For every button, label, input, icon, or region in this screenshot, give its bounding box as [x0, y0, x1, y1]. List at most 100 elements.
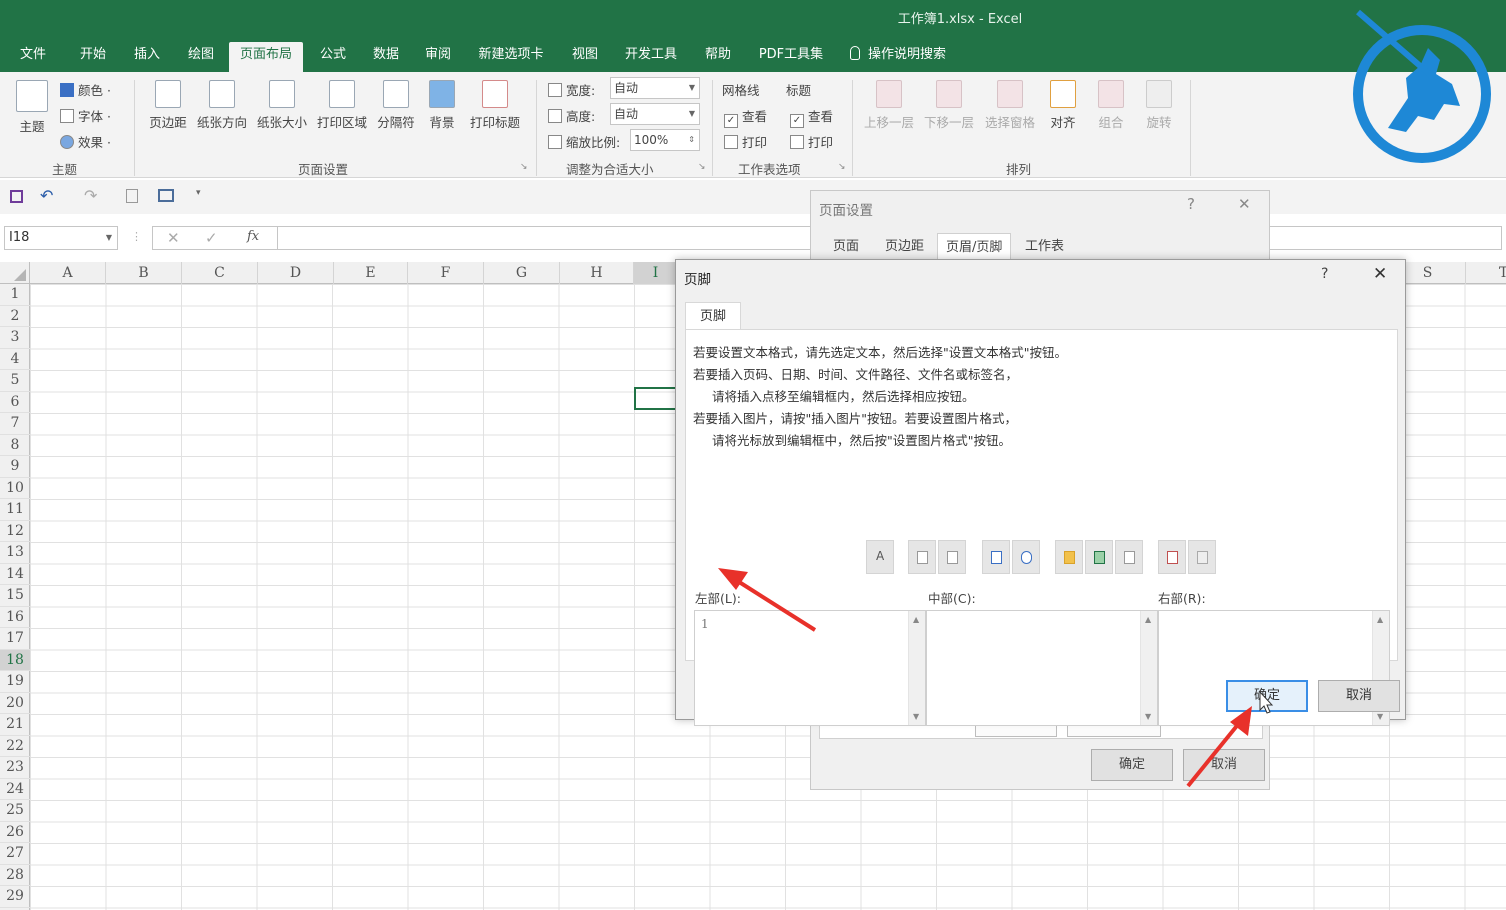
- column-header[interactable]: A: [30, 262, 106, 284]
- headings-view-checkbox[interactable]: ✓ 查看: [790, 106, 833, 128]
- sheet-options-launcher-icon[interactable]: ↘: [838, 162, 846, 172]
- background-button[interactable]: 背景: [424, 80, 460, 131]
- print-preview-icon[interactable]: [126, 189, 138, 203]
- row-header[interactable]: 11: [0, 499, 30, 521]
- row-header[interactable]: 4: [0, 349, 30, 370]
- tab-margins[interactable]: 页边距: [877, 233, 932, 261]
- cancel-icon[interactable]: ✕: [167, 229, 180, 247]
- tab-view[interactable]: 视图: [561, 42, 609, 72]
- tab-file[interactable]: 文件: [8, 42, 58, 72]
- tab-pdf[interactable]: PDF工具集: [749, 42, 833, 72]
- insert-function-icon[interactable]: fx: [247, 229, 259, 244]
- row-header[interactable]: 29: [0, 886, 30, 908]
- name-box[interactable]: I18 ▼: [4, 226, 118, 250]
- row-header[interactable]: 28: [0, 865, 30, 886]
- row-header[interactable]: 14: [0, 564, 30, 585]
- scrollbar[interactable]: ▲ ▼: [908, 611, 925, 725]
- page-setup-launcher-icon[interactable]: ↘: [520, 162, 528, 172]
- insert-file-path-button[interactable]: [1055, 540, 1083, 574]
- gridlines-view-checkbox[interactable]: ✓ 查看: [724, 106, 767, 128]
- tab-page[interactable]: 页面: [825, 233, 867, 261]
- row-header[interactable]: 15: [0, 585, 30, 607]
- tab-review[interactable]: 审阅: [414, 42, 462, 72]
- row-header[interactable]: 5: [0, 370, 30, 392]
- insert-file-name-button[interactable]: [1085, 540, 1113, 574]
- close-icon[interactable]: ✕: [1238, 195, 1251, 213]
- row-header[interactable]: 12: [0, 521, 30, 542]
- help-icon[interactable]: ?: [1187, 195, 1195, 213]
- row-header[interactable]: 13: [0, 542, 30, 564]
- group-button[interactable]: 组合: [1092, 80, 1130, 131]
- theme-colors-button[interactable]: 颜色 ·: [60, 80, 111, 99]
- row-header[interactable]: 2: [0, 306, 30, 327]
- column-header[interactable]: C: [182, 262, 258, 284]
- column-header[interactable]: G: [484, 262, 560, 284]
- breaks-button[interactable]: 分隔符: [374, 80, 418, 131]
- orientation-button[interactable]: 纸张方向: [194, 80, 250, 131]
- tab-help[interactable]: 帮助: [694, 42, 742, 72]
- theme-fonts-button[interactable]: 字体 ·: [60, 106, 111, 125]
- scale-stepper[interactable]: 100% ⇕: [630, 129, 700, 151]
- row-header[interactable]: 21: [0, 714, 30, 736]
- insert-page-count-button[interactable]: [938, 540, 966, 574]
- size-button[interactable]: 纸张大小: [254, 80, 310, 131]
- customize-qat-icon[interactable]: ▾: [196, 188, 201, 198]
- themes-button[interactable]: 主题: [10, 80, 54, 135]
- format-text-button[interactable]: A: [866, 540, 894, 574]
- row-header[interactable]: 20: [0, 693, 30, 714]
- row-header[interactable]: 9: [0, 456, 30, 478]
- format-picture-button[interactable]: [1188, 540, 1216, 574]
- select-all-corner[interactable]: [0, 262, 30, 284]
- help-icon[interactable]: ?: [1321, 266, 1328, 282]
- gridlines-print-checkbox[interactable]: 打印: [724, 132, 767, 151]
- row-header[interactable]: 8: [0, 435, 30, 456]
- cancel-button[interactable]: 取消: [1318, 680, 1400, 712]
- print-titles-button[interactable]: 打印标题: [466, 80, 524, 131]
- left-section-input[interactable]: 1 ▲ ▼: [694, 610, 926, 726]
- cancel-button[interactable]: 取消: [1183, 749, 1265, 781]
- tab-footer[interactable]: 页脚: [685, 302, 741, 330]
- column-header[interactable]: E: [334, 262, 408, 284]
- column-header[interactable]: D: [258, 262, 334, 284]
- row-header[interactable]: 19: [0, 671, 30, 693]
- tab-header-footer[interactable]: 页眉/页脚: [937, 233, 1012, 261]
- selection-pane-button[interactable]: 选择窗格: [980, 80, 1040, 131]
- height-dropdown[interactable]: 自动 ▼: [610, 103, 700, 125]
- ok-button[interactable]: 确定: [1226, 680, 1308, 712]
- row-header[interactable]: 25: [0, 800, 30, 822]
- row-header[interactable]: 24: [0, 779, 30, 800]
- column-header-selected[interactable]: I: [634, 262, 678, 284]
- row-header[interactable]: 22: [0, 736, 30, 757]
- column-header[interactable]: F: [408, 262, 484, 284]
- row-header[interactable]: 3: [0, 327, 30, 349]
- insert-picture-button[interactable]: [1158, 540, 1186, 574]
- insert-page-number-button[interactable]: [908, 540, 936, 574]
- width-dropdown[interactable]: 自动 ▼: [610, 77, 700, 99]
- row-header[interactable]: 17: [0, 628, 30, 650]
- print-area-button[interactable]: 打印区域: [314, 80, 370, 131]
- theme-effects-button[interactable]: 效果 ·: [60, 132, 111, 151]
- row-header[interactable]: 16: [0, 607, 30, 628]
- close-icon[interactable]: ✕: [1373, 264, 1387, 284]
- tab-formulas[interactable]: 公式: [309, 42, 357, 72]
- row-header[interactable]: 18: [0, 649, 30, 671]
- headings-print-checkbox[interactable]: 打印: [790, 132, 833, 151]
- tab-draw[interactable]: 绘图: [176, 42, 226, 72]
- column-header[interactable]: T: [1466, 262, 1506, 284]
- row-header[interactable]: 23: [0, 757, 30, 779]
- tab-developer[interactable]: 开发工具: [614, 42, 688, 72]
- align-button[interactable]: 对齐: [1044, 80, 1082, 131]
- row-header[interactable]: 10: [0, 478, 30, 499]
- enter-icon[interactable]: ✓: [205, 229, 218, 247]
- selected-cell[interactable]: [634, 387, 679, 410]
- save-icon[interactable]: [10, 190, 23, 203]
- scrollbar[interactable]: ▲ ▼: [1140, 611, 1157, 725]
- row-header[interactable]: 27: [0, 843, 30, 865]
- tell-me-search[interactable]: 操作说明搜索: [850, 42, 970, 72]
- insert-date-button[interactable]: [982, 540, 1010, 574]
- tab-insert[interactable]: 插入: [122, 42, 172, 72]
- insert-sheet-name-button[interactable]: [1115, 540, 1143, 574]
- row-header[interactable]: 1: [0, 284, 30, 306]
- redo-icon[interactable]: ↷: [84, 186, 97, 205]
- center-section-input[interactable]: ▲ ▼: [926, 610, 1158, 726]
